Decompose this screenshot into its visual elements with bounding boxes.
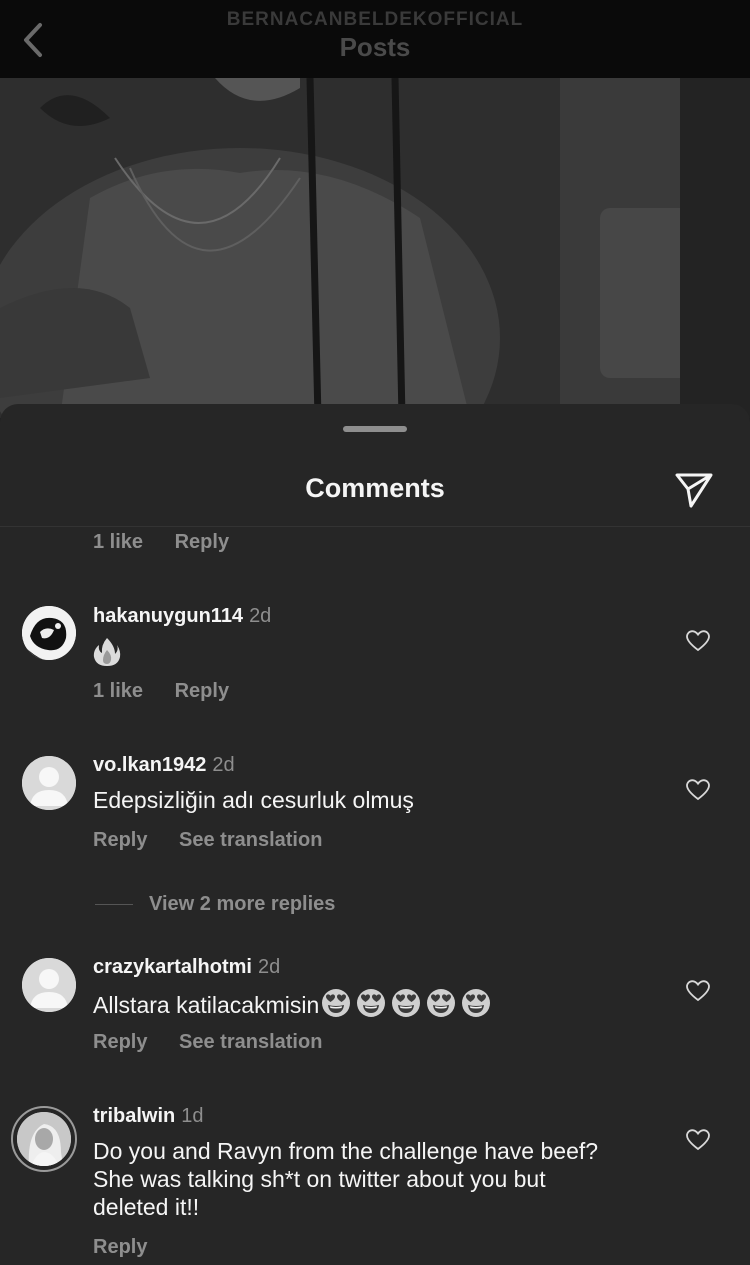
like-count[interactable]: 1 like xyxy=(93,531,143,553)
sheet-grabber[interactable] xyxy=(343,426,407,432)
sheet-title: Comments xyxy=(305,473,445,503)
timestamp: 2d xyxy=(257,956,281,978)
avatar[interactable] xyxy=(22,606,76,660)
heart-outline-icon[interactable] xyxy=(686,1129,710,1151)
page-title: Posts xyxy=(339,32,411,62)
timestamp: 1d xyxy=(181,1105,204,1127)
comment-text: Allstara katilacakmisin xyxy=(93,988,663,1019)
timestamp: 2d xyxy=(212,754,235,776)
heart-outline-icon[interactable] xyxy=(686,779,710,801)
like-count[interactable]: 1 like xyxy=(93,680,143,702)
comment-header: crazykartalhotmi 2d xyxy=(93,956,280,979)
heart-eyes-emoji-icon xyxy=(462,989,491,1017)
comment-header: hakanuygun114 2d xyxy=(93,605,271,628)
timestamp: 2d xyxy=(249,605,272,627)
heart-outline-icon[interactable] xyxy=(686,630,710,652)
paper-plane-icon[interactable] xyxy=(674,470,714,510)
replies-line xyxy=(95,904,133,906)
divider xyxy=(0,526,750,527)
reply-button[interactable]: Reply xyxy=(93,1236,147,1258)
heart-eyes-emoji-row xyxy=(319,989,491,1018)
view-replies-label: View 2 more replies xyxy=(149,893,336,915)
comment-text-line: Do you and Ravyn from the challenge have… xyxy=(93,1138,599,1164)
comment-text-line: deleted it!! xyxy=(93,1194,200,1220)
comment-actions: Reply See translation xyxy=(93,1031,348,1054)
username[interactable]: tribalwin xyxy=(93,1105,175,1127)
avatar[interactable] xyxy=(22,958,76,1012)
username[interactable]: crazykartalhotmi xyxy=(93,956,252,978)
comment-text: Do you and Ravyn from the challenge have… xyxy=(93,1137,663,1221)
comment-text-body: Allstara katilacakmisin xyxy=(93,992,320,1018)
comment-header: tribalwin 1d xyxy=(93,1105,203,1128)
avatar[interactable] xyxy=(11,1106,77,1172)
see-translation-button[interactable]: See translation xyxy=(179,1031,322,1053)
reply-button[interactable]: Reply xyxy=(93,829,147,851)
account-name[interactable]: BERNACANBELDEKOFFICIAL xyxy=(0,9,750,31)
reply-button[interactable]: Reply xyxy=(175,680,229,702)
view-more-replies[interactable]: View 2 more replies xyxy=(95,893,335,916)
heart-eyes-emoji-icon xyxy=(322,989,351,1017)
top-bar: BERNACANBELDEKOFFICIAL Posts xyxy=(0,0,750,78)
heart-outline-icon[interactable] xyxy=(686,980,710,1002)
comment-actions: Reply xyxy=(93,1236,173,1259)
see-translation-button[interactable]: See translation xyxy=(179,829,322,851)
heart-eyes-emoji-icon xyxy=(392,989,421,1017)
comment-header: vo.lkan1942 2d xyxy=(93,754,235,777)
comment-text: Edepsizliğin adı cesurluk olmuş xyxy=(93,787,414,813)
username[interactable]: vo.lkan1942 xyxy=(93,754,206,776)
post-image xyxy=(0,78,750,418)
reply-button[interactable]: Reply xyxy=(175,531,229,553)
reply-button[interactable]: Reply xyxy=(93,1031,147,1053)
comments-sheet: Comments 1 like Reply hakanuygun114 2d 1… xyxy=(0,404,750,1265)
post-comments-screen: BERNACANBELDEKOFFICIAL Posts Comments 1 … xyxy=(0,0,750,1265)
avatar[interactable] xyxy=(22,756,76,810)
username[interactable]: hakanuygun114 xyxy=(93,605,243,627)
comment-text xyxy=(93,637,663,673)
comment-actions: Reply See translation xyxy=(93,829,348,852)
comment-actions: 1 like Reply xyxy=(93,680,255,703)
fire-emoji-icon xyxy=(93,638,121,666)
heart-eyes-emoji-icon xyxy=(427,989,456,1017)
comment-text-line: She was talking sh*t on twitter about yo… xyxy=(93,1166,546,1192)
comment-actions: 1 like Reply xyxy=(93,531,255,554)
heart-eyes-emoji-icon xyxy=(357,989,386,1017)
